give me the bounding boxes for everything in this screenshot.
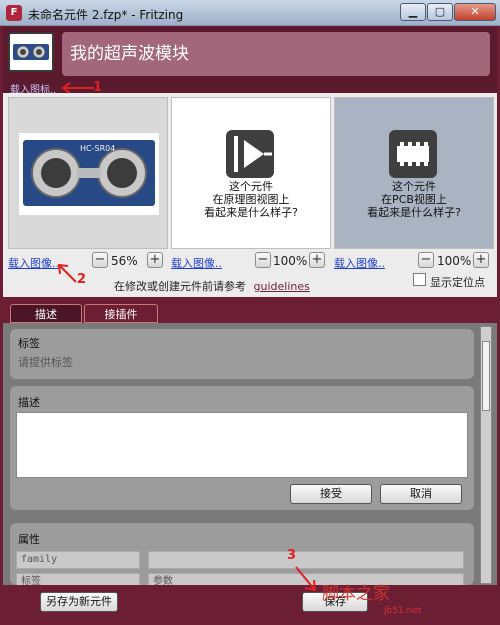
tab-connectors[interactable]: 接插件 bbox=[84, 304, 158, 323]
breadboard-zoom-out-button[interactable]: − bbox=[92, 252, 108, 268]
window-title: 未命名元件 2.fzp* - Fritzing bbox=[28, 8, 184, 22]
guidelines-hint: 在修改或创建元件前请参考 guidelines bbox=[114, 278, 310, 294]
guidelines-link[interactable]: guidelines bbox=[254, 280, 310, 293]
title-bar: F 未命名元件 2.fzp* - Fritzing ▁ ▢ ✕ bbox=[0, 0, 500, 26]
save-as-new-part-button[interactable]: 另存为新元件 bbox=[40, 592, 118, 612]
annotation-number-2: 2 bbox=[77, 272, 87, 287]
show-anchor-checkbox[interactable] bbox=[413, 273, 426, 286]
schematic-load-image-link[interactable]: 载入图像.. bbox=[171, 255, 222, 271]
panel-scrollbar[interactable] bbox=[480, 326, 492, 584]
watermark-logo: 脚本之家 bbox=[322, 584, 390, 604]
pcb-zoom-in-button[interactable]: + bbox=[473, 252, 489, 268]
show-anchor-label: 显示定位点 bbox=[430, 276, 485, 289]
breadboard-zoom-value: 56% bbox=[111, 254, 138, 268]
properties-section-title: 属性 bbox=[18, 533, 40, 546]
schematic-view[interactable]: 这个元件 在原理图视图上 看起来是什么样子? bbox=[171, 97, 331, 249]
sensor-label: HC-SR04 bbox=[80, 144, 115, 153]
label-section: 标签 请提供标签 bbox=[10, 329, 474, 379]
pcb-caption-line2: 在PCB视图上 bbox=[381, 193, 447, 206]
property-name-family[interactable]: family bbox=[16, 551, 140, 569]
close-button[interactable]: ✕ bbox=[454, 3, 496, 21]
breadboard-zoom-in-button[interactable]: + bbox=[147, 252, 163, 268]
maximize-button[interactable]: ▢ bbox=[427, 3, 453, 21]
schematic-caption-line1: 这个元件 bbox=[229, 180, 273, 193]
pcb-zoom-out-button[interactable]: − bbox=[418, 252, 434, 268]
pcb-icon bbox=[389, 130, 437, 178]
cancel-button[interactable]: 取消 bbox=[380, 484, 462, 504]
label-input[interactable]: 请提供标签 bbox=[18, 354, 73, 370]
label-section-title: 标签 bbox=[18, 337, 40, 350]
pcb-zoom-value: 100% bbox=[437, 254, 472, 268]
breadboard-load-image-link[interactable]: 载入图像.. bbox=[8, 255, 59, 271]
description-textarea[interactable] bbox=[16, 412, 468, 478]
minimize-button[interactable]: ▁ bbox=[400, 3, 426, 21]
schematic-zoom-in-button[interactable]: + bbox=[309, 252, 325, 268]
accept-button[interactable]: 接受 bbox=[290, 484, 372, 504]
schematic-zoom-out-button[interactable]: − bbox=[255, 252, 271, 268]
schematic-caption-line2: 在原理图视图上 bbox=[212, 193, 290, 206]
annotation-arrow-2 bbox=[57, 263, 77, 283]
pcb-load-image-link[interactable]: 载入图像.. bbox=[334, 255, 385, 271]
breadboard-view[interactable]: HC-SR04 bbox=[8, 97, 168, 249]
pcb-view[interactable]: 这个元件 在PCB视图上 看起来是什么样子? bbox=[334, 97, 494, 249]
part-name-field[interactable]: 我的超声波模块 bbox=[62, 32, 490, 76]
fritzing-app-icon: F bbox=[6, 5, 22, 21]
description-section-title: 描述 bbox=[18, 396, 40, 409]
annotation-number-3: 3 bbox=[287, 548, 297, 563]
description-section: 描述 接受 取消 bbox=[10, 386, 474, 510]
tab-description[interactable]: 描述 bbox=[10, 304, 82, 323]
schematic-icon bbox=[226, 130, 274, 178]
pcb-caption-line3: 看起来是什么样子? bbox=[367, 206, 461, 219]
hint-text: 在修改或创建元件前请参考 bbox=[114, 280, 246, 293]
properties-section: 属性 family 标签 参数 bbox=[10, 523, 474, 591]
schematic-caption-line3: 看起来是什么样子? bbox=[204, 206, 298, 219]
pcb-caption-line1: 这个元件 bbox=[392, 180, 436, 193]
annotation-arrow-3 bbox=[295, 566, 317, 592]
watermark-url: jb51.net bbox=[384, 606, 422, 616]
part-icon-thumbnail[interactable] bbox=[8, 32, 54, 72]
schematic-zoom-value: 100% bbox=[273, 254, 308, 268]
scrollbar-thumb[interactable] bbox=[482, 341, 490, 411]
